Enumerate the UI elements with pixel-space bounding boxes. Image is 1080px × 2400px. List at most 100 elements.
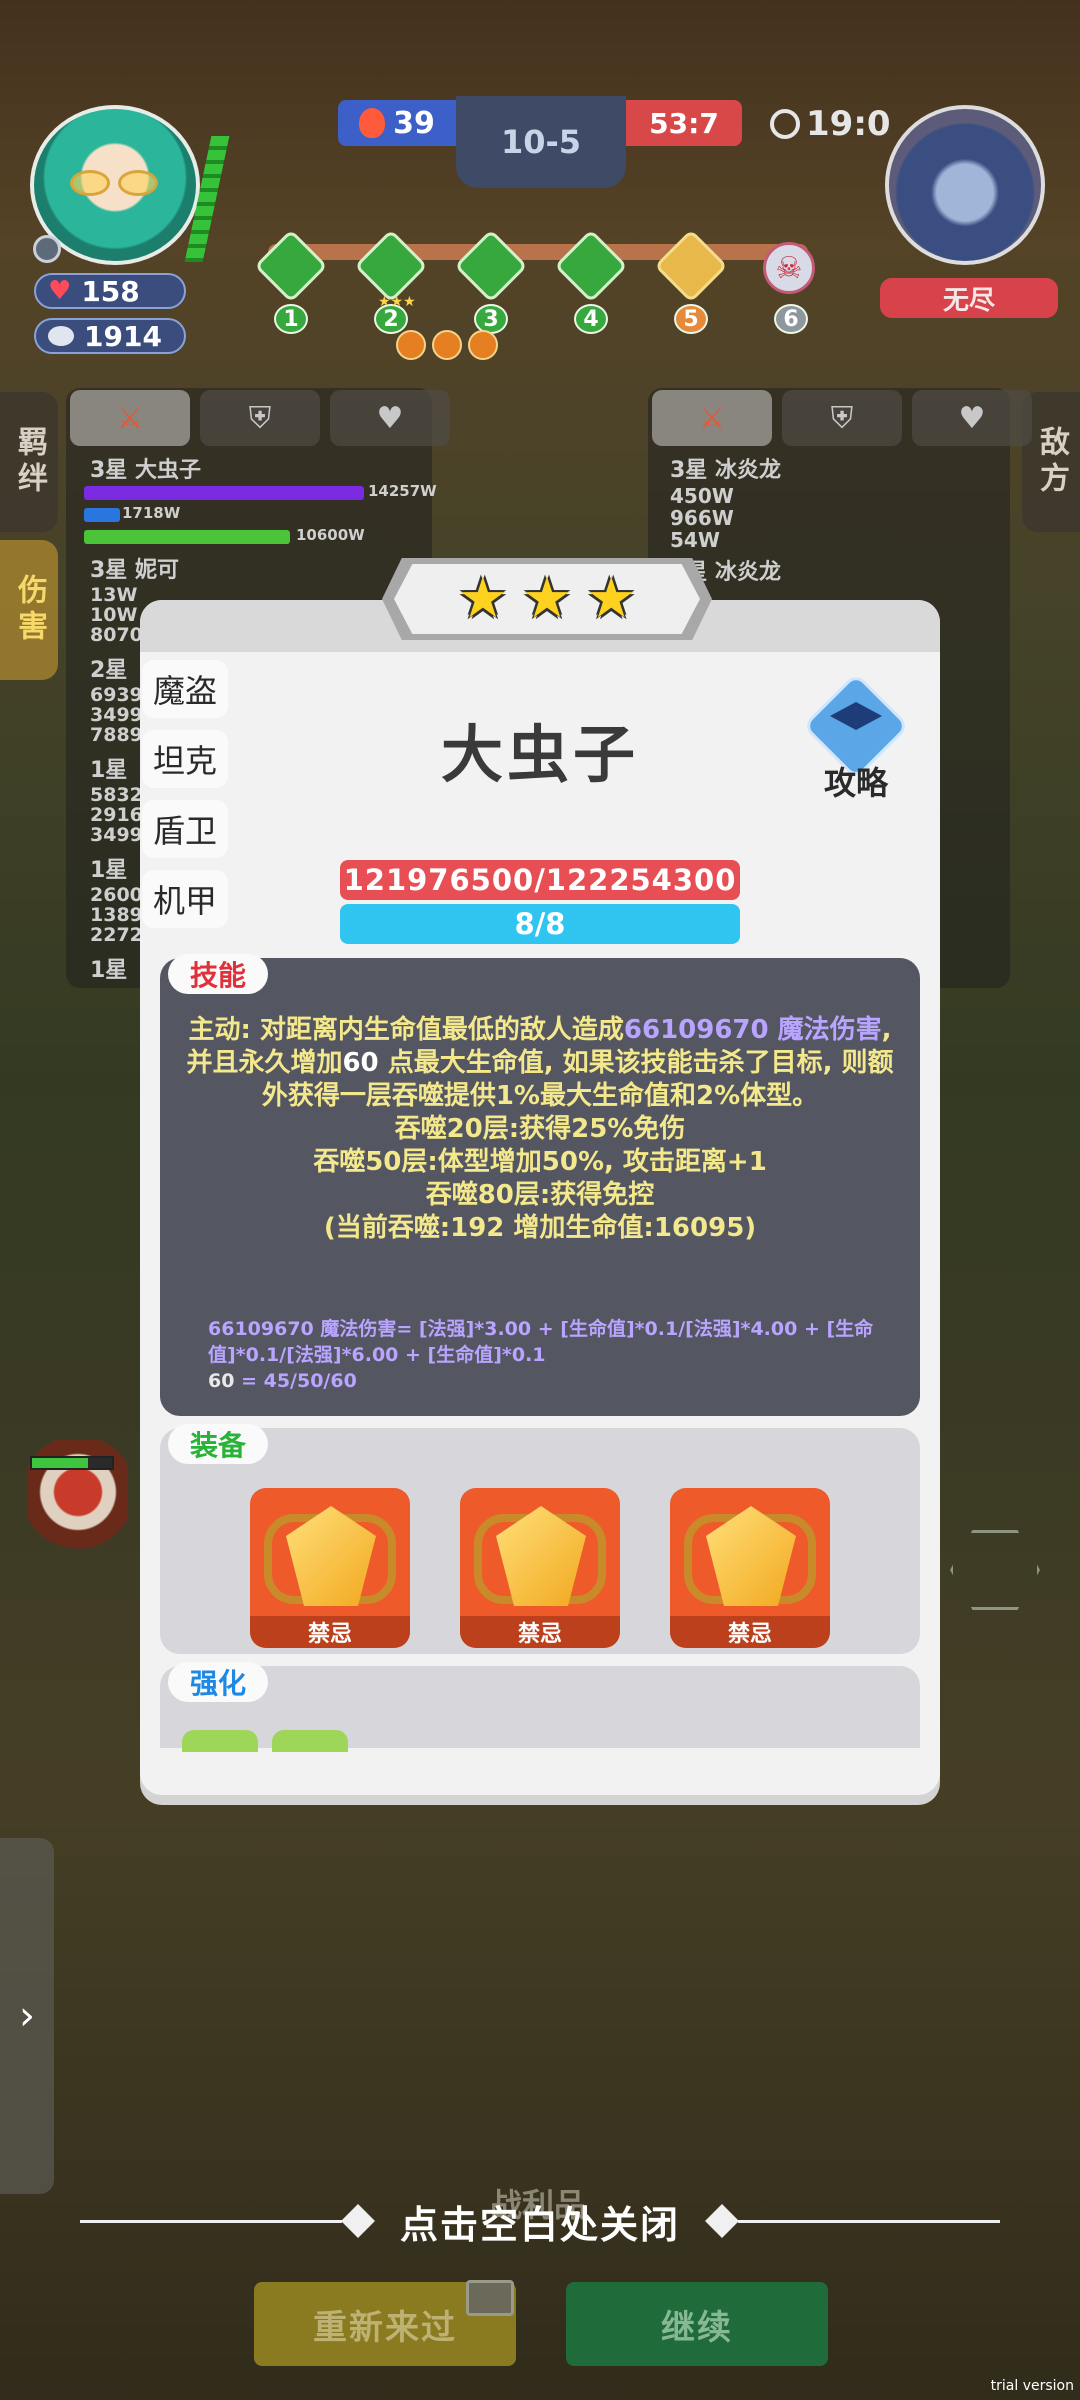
sword-icon[interactable]: ⚔ (652, 390, 772, 446)
damage-bar-2-value: 1718W (122, 504, 181, 522)
settings-gear-icon[interactable] (33, 235, 61, 263)
tab-damage[interactable]: 伤害 (0, 540, 58, 680)
battle-unit-hp (30, 1456, 114, 1470)
player-hp-pill: ♥ 158 (34, 273, 186, 309)
enhance-section: 强化 (160, 1662, 920, 1752)
skill-tier-50: 吞噬50层:体型增加50%, 攻击距离+1 (313, 1147, 767, 1177)
class-tab-mecha[interactable]: 机甲 (142, 870, 228, 928)
enhance-chip[interactable] (182, 1730, 258, 1752)
class-tab-guardian[interactable]: 盾卫 (142, 800, 228, 858)
coin-icon (48, 326, 74, 346)
diamond-icon (705, 2204, 739, 2238)
guide-label: 攻略 (823, 764, 888, 802)
left-hero-4-v3: 3499 (90, 824, 143, 846)
guide-button[interactable]: 攻略 (802, 672, 910, 802)
formula-2-head: 60 (208, 1370, 235, 1392)
left-hero-3-v2: 3499 (90, 704, 143, 726)
shield-icon[interactable]: ⛨ (200, 390, 320, 446)
right-panel-tabs: ⚔ ⛨ ♥ (652, 390, 1032, 450)
damage-bar-1-value: 14257W (368, 482, 437, 500)
enemy-avatar[interactable] (885, 105, 1045, 265)
close-hint[interactable]: 点击空白处关闭 (80, 2196, 1001, 2247)
damage-bar-3 (84, 530, 290, 544)
skill-prefix: 主动: 对距离内生命值最低的敌人造成 (188, 1015, 624, 1045)
left-hero-3: 2星 (90, 658, 128, 683)
equipment-slot-3[interactable]: 禁忌 (670, 1488, 830, 1648)
left-hero-2-v1: 13W (90, 584, 138, 606)
formula-2-body: = 45/50/60 (234, 1370, 357, 1392)
heart-tab-icon[interactable]: ♥ (330, 390, 450, 446)
left-panel-tabs: ⚔ ⛨ ♥ (70, 390, 450, 450)
equipment-name-1: 禁忌 (250, 1616, 410, 1648)
left-hero-4: 1星 (90, 758, 128, 783)
timer-value: 19:0 (806, 104, 891, 144)
class-tab-rogue[interactable]: 魔盗 (142, 660, 228, 718)
equipment-section: 装备 禁忌 禁忌 禁忌 (160, 1424, 920, 1654)
tab-bonds[interactable]: 羁绊 (0, 392, 58, 532)
equipment-slot-1[interactable]: 禁忌 (250, 1488, 410, 1648)
left-hero-3-v1: 6939 (90, 684, 143, 706)
left-hero-2: 3星 妮可 (90, 558, 179, 583)
class-tab-tank[interactable]: 坦克 (142, 730, 228, 788)
left-hero-1: 3星 大虫子 (90, 458, 201, 483)
hint-divider (80, 2219, 342, 2223)
right-score: 53:7 (626, 100, 742, 146)
enhance-chip[interactable] (272, 1730, 348, 1752)
equipment-slot-2[interactable]: 禁忌 (460, 1488, 620, 1648)
player-coin-pill: 1914 (34, 318, 186, 354)
boss-mode-tag: 无尽 (880, 278, 1058, 318)
continue-button[interactable]: 继续 (566, 2282, 828, 2366)
star-icon: ★ (521, 566, 573, 631)
skill-section: 技能 主动: 对距离内生命值最低的敌人造成66109670 魔法伤害, 并且永久… (160, 954, 920, 1416)
video-icon (466, 2280, 514, 2316)
left-score: 39 (338, 100, 456, 146)
skill-tier-80: 吞噬80层:获得免控 (425, 1180, 655, 1210)
left-score-value: 39 (393, 105, 435, 141)
diamond-icon (341, 2204, 375, 2238)
left-hero-4-v2: 2916 (90, 804, 143, 826)
stage-node-label-6: 6 (774, 304, 808, 334)
round-timer: 19:0 (770, 104, 891, 144)
left-hero-2-v3: 8070 (90, 624, 143, 646)
hint-divider (738, 2219, 1001, 2223)
expand-chevron-icon[interactable]: › (0, 1838, 54, 2194)
formula-1-head: 66109670 魔法伤害 (208, 1318, 397, 1340)
skill-description: 主动: 对距离内生命值最低的敌人造成66109670 魔法伤害, 并且永久增加6… (180, 1014, 900, 1245)
left-hero-3-v3: 7889 (90, 724, 143, 746)
heart-tab-icon[interactable]: ♥ (912, 390, 1032, 446)
right-hero-1: 3星 冰炎龙 (670, 458, 781, 483)
score-header: 39 10-5 53:7 (338, 96, 742, 188)
left-hero-2-v2: 10W (90, 604, 138, 626)
sword-icon[interactable]: ⚔ (70, 390, 190, 446)
watermark: trial version (990, 2378, 1074, 2394)
right-hero-1-v3: 54W (670, 528, 720, 552)
stage-stars-icon: ★★★ (378, 294, 416, 310)
reward-icons (396, 330, 498, 360)
equipment-label: 装备 (168, 1424, 269, 1464)
shield-icon[interactable]: ⛨ (782, 390, 902, 446)
stage-node-label-4: 4 (574, 304, 608, 334)
left-hero-5-v2: 1389 (90, 904, 143, 926)
damage-bar-3-value: 10600W (296, 526, 365, 544)
class-tabs: 魔盗 坦克 盾卫 机甲 (142, 660, 236, 940)
stage-indicator: 10-5 (456, 96, 626, 188)
equipment-name-3: 禁忌 (670, 1616, 830, 1648)
flame-icon (359, 108, 386, 138)
avatar-glasses (70, 170, 165, 196)
left-hero-6: 1星 (90, 958, 128, 983)
player-hp-value: 158 (81, 274, 140, 308)
right-hero-1-v2: 966W (670, 506, 734, 530)
skill-tier-20: 吞噬20层:获得25%免伤 (394, 1114, 686, 1144)
hero-energy-bar: 8/8 (340, 904, 740, 944)
left-hero-5: 1星 (90, 858, 128, 883)
star-rating: ★ ★ ★ (394, 564, 700, 634)
stage-node-label-5: 5 (674, 304, 708, 334)
skill-formula: 66109670 魔法伤害= [法强]*3.00 + [生命值]*0.1/[法强… (208, 1316, 890, 1394)
stage-route (268, 244, 808, 260)
skill-damage: 66109670 魔法伤害 (623, 1015, 882, 1045)
skill-hp-gain: 60 (342, 1048, 379, 1078)
left-hero-5-v3: 2272 (90, 924, 143, 946)
enhance-label: 强化 (168, 1662, 269, 1702)
clock-icon (770, 109, 800, 139)
left-hero-4-v1: 5832 (90, 784, 143, 806)
